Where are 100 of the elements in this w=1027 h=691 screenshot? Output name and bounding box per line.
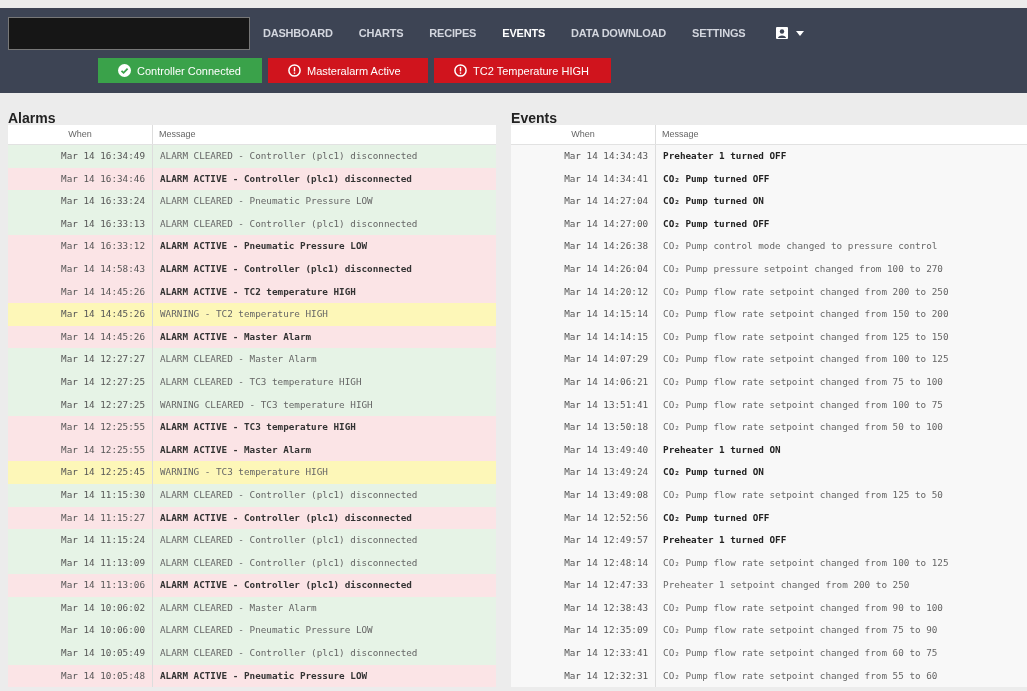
timestamp-cell: Mar 14 12:32:31 [511,664,657,688]
timestamp-cell: Mar 14 14:45:26 [8,303,153,326]
message-cell-text: ALARM ACTIVE - Pneumatic Pressure LOW [159,239,368,254]
message-cell-text: CO₂ Pump pressure setpoint changed from 100 to 270 [662,261,943,276]
message-cell-text: CO₂ Pump flow rate setpoint changed from 90 to 100 [662,600,943,615]
message-cell-text: CO₂ Pump flow rate setpoint changed from 200 to 250 [662,284,949,299]
timestamp-cell: Mar 14 13:50:18 [511,416,657,439]
message-cell-text: CO₂ Pump flow rate setpoint changed from 100 to 75 [662,397,943,412]
timestamp-cell: Mar 14 14:27:00 [511,212,657,236]
timestamp-cell: Mar 14 14:26:04 [511,257,657,281]
timestamp-cell: Mar 14 12:38:43 [511,596,657,620]
panel-title: Events [511,109,559,125]
message-cell-text: CO₂ Pump flow rate setpoint changed from 55 to 60 [662,668,938,683]
message-cell-text: ALARM ACTIVE - Pneumatic Pressure LOW [159,668,368,683]
message-cell-text: CO₂ Pump flow rate setpoint changed from 60 to 75 [662,646,938,661]
message-cell-text: ALARM ACTIVE - TC2 temperature HIGH [159,284,356,299]
timestamp-cell: Mar 14 16:33:24 [8,190,153,213]
timestamp-cell: Mar 14 16:33:12 [8,235,153,258]
message-cell-text: ALARM CLEARED - Master Alarm [159,600,317,615]
caret-icon [796,30,805,36]
timestamp-cell: Mar 14 16:34:49 [8,145,153,168]
column-header[interactable]: Message [153,125,196,144]
message-cell-text: CO₂ Pump turned ON [662,194,764,209]
status-badge: Masteralarm Active [268,58,428,83]
timestamp-cell: Mar 14 12:25:55 [8,416,153,439]
message-cell-text: ALARM ACTIVE - Controller (plc1) disconnected [159,171,412,186]
message-cell-text: Preheater 1 setpoint changed from 200 to 250 [662,578,910,593]
message-cell-text: CO₂ Pump flow rate setpoint changed from 50 to 100 [662,420,943,435]
message-cell-text: ALARM CLEARED - Controller (plc1) disconnected [159,216,418,231]
timestamp-cell: Mar 14 12:47:33 [511,574,657,597]
timestamp-cell: Mar 14 14:20:12 [511,280,657,304]
column-header[interactable]: When [8,125,153,144]
timestamp-cell: Mar 14 13:49:40 [511,438,657,462]
exclamation-circle-icon [288,64,301,77]
message-cell-text: WARNING - TC2 temperature HIGH [159,307,328,322]
status-badge: TC2 Temperature HIGH [434,58,611,83]
message-cell-text: Preheater 1 turned OFF [662,149,787,163]
message-cell-text: Preheater 1 turned OFF [662,533,787,548]
message-cell-text: CO₂ Pump turned ON [662,465,764,480]
nav-link[interactable]: SETTINGS [679,27,759,39]
message-cell-text: CO₂ Pump flow rate setpoint changed from 75 to 90 [662,623,938,638]
nav-link[interactable]: RECIPES [416,27,490,39]
message-cell-text: ALARM CLEARED - Master Alarm [159,352,317,367]
message-cell-text: CO₂ Pump turned OFF [662,510,770,525]
message-cell-text: ALARM CLEARED - Controller (plc1) disconnected [159,555,418,570]
timestamp-cell: Mar 14 10:05:49 [8,642,153,665]
timestamp-cell: Mar 14 12:33:41 [511,642,657,665]
message-cell-text: ALARM ACTIVE - TC3 temperature HIGH [159,420,356,435]
message-cell-text: ALARM CLEARED - Pneumatic Pressure LOW [159,194,373,209]
message-cell-text: Preheater 1 turned ON [662,442,781,457]
message-cell-text: CO₂ Pump flow rate setpoint changed from 125 to 150 [662,329,949,344]
message-cell-text: ALARM CLEARED - Controller (plc1) disconnected [159,646,418,661]
timestamp-cell: Mar 14 12:52:56 [511,506,657,530]
nav-link[interactable]: DATA DOWNLOAD [558,27,680,39]
message-cell-text: CO₂ Pump flow rate setpoint changed from 75 to 100 [662,374,943,389]
nav-link[interactable]: EVENTS [489,27,559,39]
timestamp-cell: Mar 14 10:05:48 [8,664,153,688]
message-cell-text: WARNING CLEARED - TC3 temperature HIGH [159,397,373,412]
timestamp-cell: Mar 14 12:25:45 [8,461,153,484]
timestamp-cell: Mar 14 12:48:14 [511,551,657,575]
column-header[interactable]: When [511,125,657,144]
column-header[interactable]: Message [656,125,699,144]
message-cell-text: CO₂ Pump flow rate setpoint changed from 150 to 200 [662,307,949,322]
message-cell-text: ALARM CLEARED - Controller (plc1) disconnected [159,149,418,163]
timestamp-cell: Mar 14 14:15:14 [511,303,657,326]
timestamp-cell: Mar 14 13:49:24 [511,461,657,484]
message-cell-text: CO₂ Pump flow rate setpoint changed from 125 to 50 [662,487,943,502]
message-cell-text: CO₂ Pump turned OFF [662,171,770,186]
message-cell-text: ALARM CLEARED - Controller (plc1) disconnected [159,487,418,502]
message-cell-text: WARNING - TC3 temperature HIGH [159,465,328,480]
timestamp-cell: Mar 14 14:34:41 [511,167,657,191]
timestamp-cell: Mar 14 14:07:29 [511,348,657,371]
exclamation-circle-icon [454,64,467,77]
message-cell-text: ALARM ACTIVE - Master Alarm [159,329,312,344]
timestamp-cell: Mar 14 13:49:08 [511,483,657,507]
message-cell-text: ALARM CLEARED - Pneumatic Pressure LOW [159,623,373,638]
message-cell-text: ALARM CLEARED - TC3 temperature HIGH [159,374,362,389]
message-cell-text: CO₂ Pump turned OFF [662,216,770,231]
panel-title: Alarms [8,109,57,125]
timestamp-cell: Mar 14 14:26:38 [511,235,657,258]
user-menu-button[interactable] [774,25,807,41]
timestamp-cell: Mar 14 12:35:09 [511,619,657,643]
status-badge: Controller Connected [98,58,262,83]
message-cell-text: CO₂ Pump flow rate setpoint changed from 100 to 125 [662,352,949,367]
message-cell-text: CO₂ Pump flow rate setpoint changed from 100 to 125 [662,555,949,570]
check-circle-icon [118,64,131,77]
timestamp-cell: Mar 14 12:49:57 [511,529,657,552]
timestamp-cell: Mar 14 11:15:30 [8,483,153,507]
message-cell-text: ALARM ACTIVE - Controller (plc1) disconnected [159,510,412,525]
timestamp-cell: Mar 14 12:27:27 [8,348,153,371]
timestamp-cell: Mar 14 14:27:04 [511,190,657,213]
timestamp-cell: Mar 14 14:34:43 [511,145,657,168]
message-cell-text: ALARM CLEARED - Controller (plc1) disconnected [159,533,418,548]
timestamp-cell: Mar 14 14:14:15 [511,325,657,349]
user-icon [776,27,789,39]
nav-link[interactable]: DASHBOARD [250,27,346,39]
timestamp-cell: Mar 14 12:27:25 [8,370,153,394]
message-cell-text: ALARM ACTIVE - Controller (plc1) disconnected [159,261,412,276]
nav-link[interactable]: CHARTS [345,27,417,39]
message-cell-text: CO₂ Pump control mode changed to pressure control [662,239,938,254]
